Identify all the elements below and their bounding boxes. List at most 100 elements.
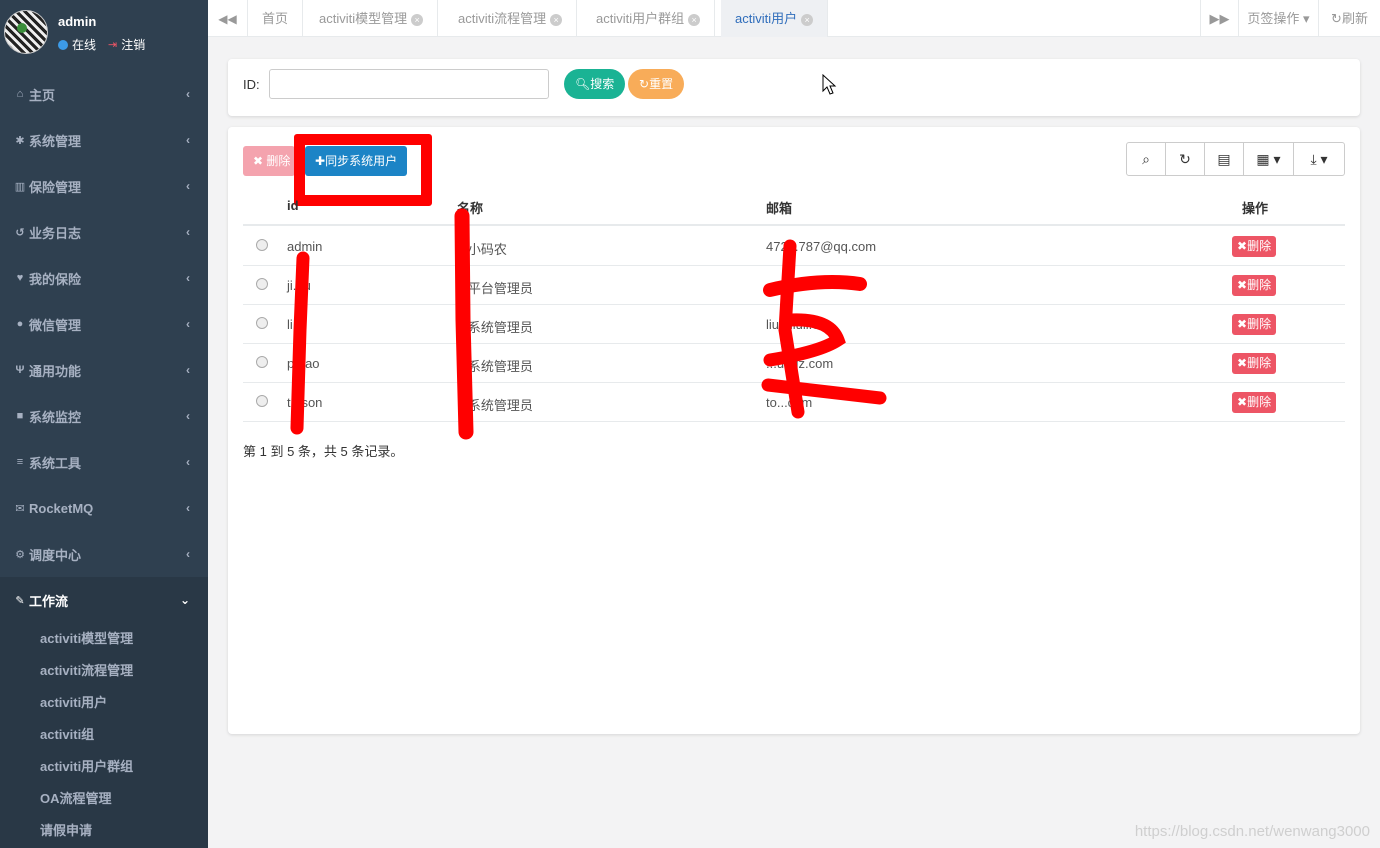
pagination-info: 第 1 到 5 条，共 5 条记录。 [243,444,404,459]
chevron-left-icon: ‹ [186,317,190,331]
close-icon[interactable]: × [688,13,701,26]
close-icon[interactable]: × [550,13,563,26]
comment-icon: ● [16,318,24,330]
sidebar-item-8[interactable]: ≡ 系统工具 ‹ [0,439,208,485]
logout-link[interactable]: 注销 [121,36,145,53]
cutlery-icon: Ψ [15,364,25,376]
bars-icon: ≡ [16,456,24,468]
submenu-item[interactable]: activiti模型管理 [40,629,133,649]
row-delete-button[interactable]: ✖删除 [1232,392,1277,413]
submenu-item[interactable]: OA流程管理 [40,789,112,809]
avatar[interactable] [4,10,48,54]
refresh-tab-button[interactable]: ↻刷新 [1318,0,1380,37]
close-icon: ✖ [1237,317,1248,331]
chevron-left-icon: ‹ [186,547,190,561]
row-radio[interactable] [256,395,268,407]
user-profile: admin 在线 ⇥ 注销 [0,0,208,62]
online-status: 在线 [72,38,97,52]
sidebar-item-4[interactable]: ♥ 我的保险 ‹ [0,255,208,301]
submenu-item[interactable]: 请假申请 [40,821,92,841]
status-row: 在线 ⇥ 注销 [58,36,145,53]
id-label: ID: [243,77,260,92]
close-icon[interactable]: × [411,13,424,26]
tab-activiti-process[interactable]: activiti流程管理 × [444,0,578,37]
close-icon: ✖ [1237,395,1248,409]
tab-activiti-model[interactable]: activiti模型管理 × [305,0,439,37]
cell-name: ...系统管理员 [457,359,533,374]
table-row[interactable]: admin ...小码农 472...787@qq.com ✖删除 [243,227,1345,266]
mouse-cursor-icon [822,74,837,95]
sidebar-item-label: 通用功能 [29,363,82,379]
sidebar-item-label: 主页 [29,87,56,103]
search-panel: ID: 🔍︎搜索 ↻重置 [228,59,1360,116]
table-row[interactable]: p...ao ...系统管理员 ...uogz.com ✖删除 [243,344,1345,383]
chevron-left-icon: ‹ [186,179,190,193]
row-delete-button[interactable]: ✖删除 [1232,353,1277,374]
submenu-item[interactable]: activiti用户 [40,693,107,713]
sidebar-item-0[interactable]: ⌂ 主页 ‹ [0,71,208,117]
id-input[interactable] [269,69,549,99]
chevron-left-icon: ‹ [186,501,190,515]
export-dropdown-icon[interactable]: ⤓ ▾ [1294,143,1344,175]
chevron-left-icon: ‹ [186,271,190,285]
tab-activiti-user[interactable]: activiti用户 × [721,0,829,37]
search-button[interactable]: 🔍︎搜索 [564,69,626,99]
gear-icon: ✱ [15,134,25,147]
table-row[interactable]: ji...u ...平台管理员 ✖删除 [243,266,1345,305]
reset-button[interactable]: ↻重置 [628,69,685,99]
chevron-left-icon: ‹ [186,409,190,423]
toggle-view-icon[interactable]: ▤ [1205,143,1244,175]
delete-button[interactable]: ✖ 删除 [243,146,295,176]
wrench-icon: ✎ [15,594,25,607]
video-icon: ■ [16,410,24,422]
sidebar-item-5[interactable]: ● 微信管理 ‹ [0,301,208,347]
row-delete-button[interactable]: ✖删除 [1232,236,1277,257]
row-radio[interactable] [256,317,268,329]
refresh-icon: ↻ [639,77,650,91]
submenu-item[interactable]: activiti流程管理 [40,661,133,681]
sidebar-item-label: 工作流 [29,593,69,609]
header-name[interactable]: 名称 [457,198,483,217]
heart-icon: ♥ [16,272,24,284]
sidebar-item-1[interactable]: ✱ 系统管理 ‹ [0,117,208,163]
cell-id: ji...u [287,278,311,293]
submenu-item[interactable]: activiti组 [40,725,94,745]
table-row[interactable]: t...son ...系统管理员 to...com ✖删除 [243,383,1345,422]
tab-activiti-user-group[interactable]: activiti用户群组 × [582,0,716,37]
close-icon: ✖ [1237,278,1248,292]
tab-home[interactable]: 首页 [248,0,304,37]
sidebar-item-3[interactable]: ↺ 业务日志 ‹ [0,209,208,255]
sidebar-item-2[interactable]: ▥ 保险管理 ‹ [0,163,208,209]
table-row[interactable]: li... ...系统管理员 liu...liuli.c... ✖删除 [243,305,1345,344]
tab-bar: ◀◀ 首页 activiti模型管理 × activiti流程管理 × activi… [208,0,1380,37]
tab-scroll-right-icon[interactable]: ▶▶ [1200,0,1238,37]
sidebar-item-6[interactable]: Ψ 通用功能 ‹ [0,347,208,393]
chevron-left-icon: ‹ [186,87,190,101]
submenu-item[interactable]: activiti用户群组 [40,757,133,777]
online-status-icon [58,39,68,50]
columns-dropdown-icon[interactable]: ▦ ▾ [1244,143,1294,175]
row-radio[interactable] [256,239,268,251]
cogs-icon: ⚙ [15,548,25,561]
username: admin [58,14,97,29]
header-actions: 操作 [1242,201,1269,216]
sidebar-item-9[interactable]: ✉ RocketMQ ‹ [0,485,208,531]
row-radio[interactable] [256,356,268,368]
refresh-table-icon[interactable]: ↻ [1166,143,1205,175]
logout-icon[interactable]: ⇥ [108,38,117,51]
close-icon: ✖ [253,154,264,168]
tab-ops-dropdown[interactable]: 页签操作 ▾ [1238,0,1318,37]
table-panel: ✖ 删除 ✚同步系统用户 ⌕ ↻ ▤ ▦ ▾ ⤓ ▾ id 名称 邮箱 操作 a… [228,127,1360,734]
row-delete-button[interactable]: ✖删除 [1232,275,1277,296]
sidebar-item-11[interactable]: ✎ 工作流 ⌄ [0,577,208,623]
toggle-search-icon[interactable]: ⌕ [1127,143,1166,175]
sidebar-item-label: 我的保险 [29,271,82,287]
row-delete-button[interactable]: ✖删除 [1232,314,1277,335]
row-radio[interactable] [256,278,268,290]
tab-scroll-left-icon[interactable]: ◀◀ [208,0,248,37]
sidebar-item-10[interactable]: ⚙ 调度中心 ‹ [0,531,208,577]
close-icon[interactable]: × [801,13,814,26]
header-email[interactable]: 邮箱 [766,198,792,217]
header-id[interactable]: id [287,198,299,213]
sidebar-item-7[interactable]: ■ 系统监控 ‹ [0,393,208,439]
